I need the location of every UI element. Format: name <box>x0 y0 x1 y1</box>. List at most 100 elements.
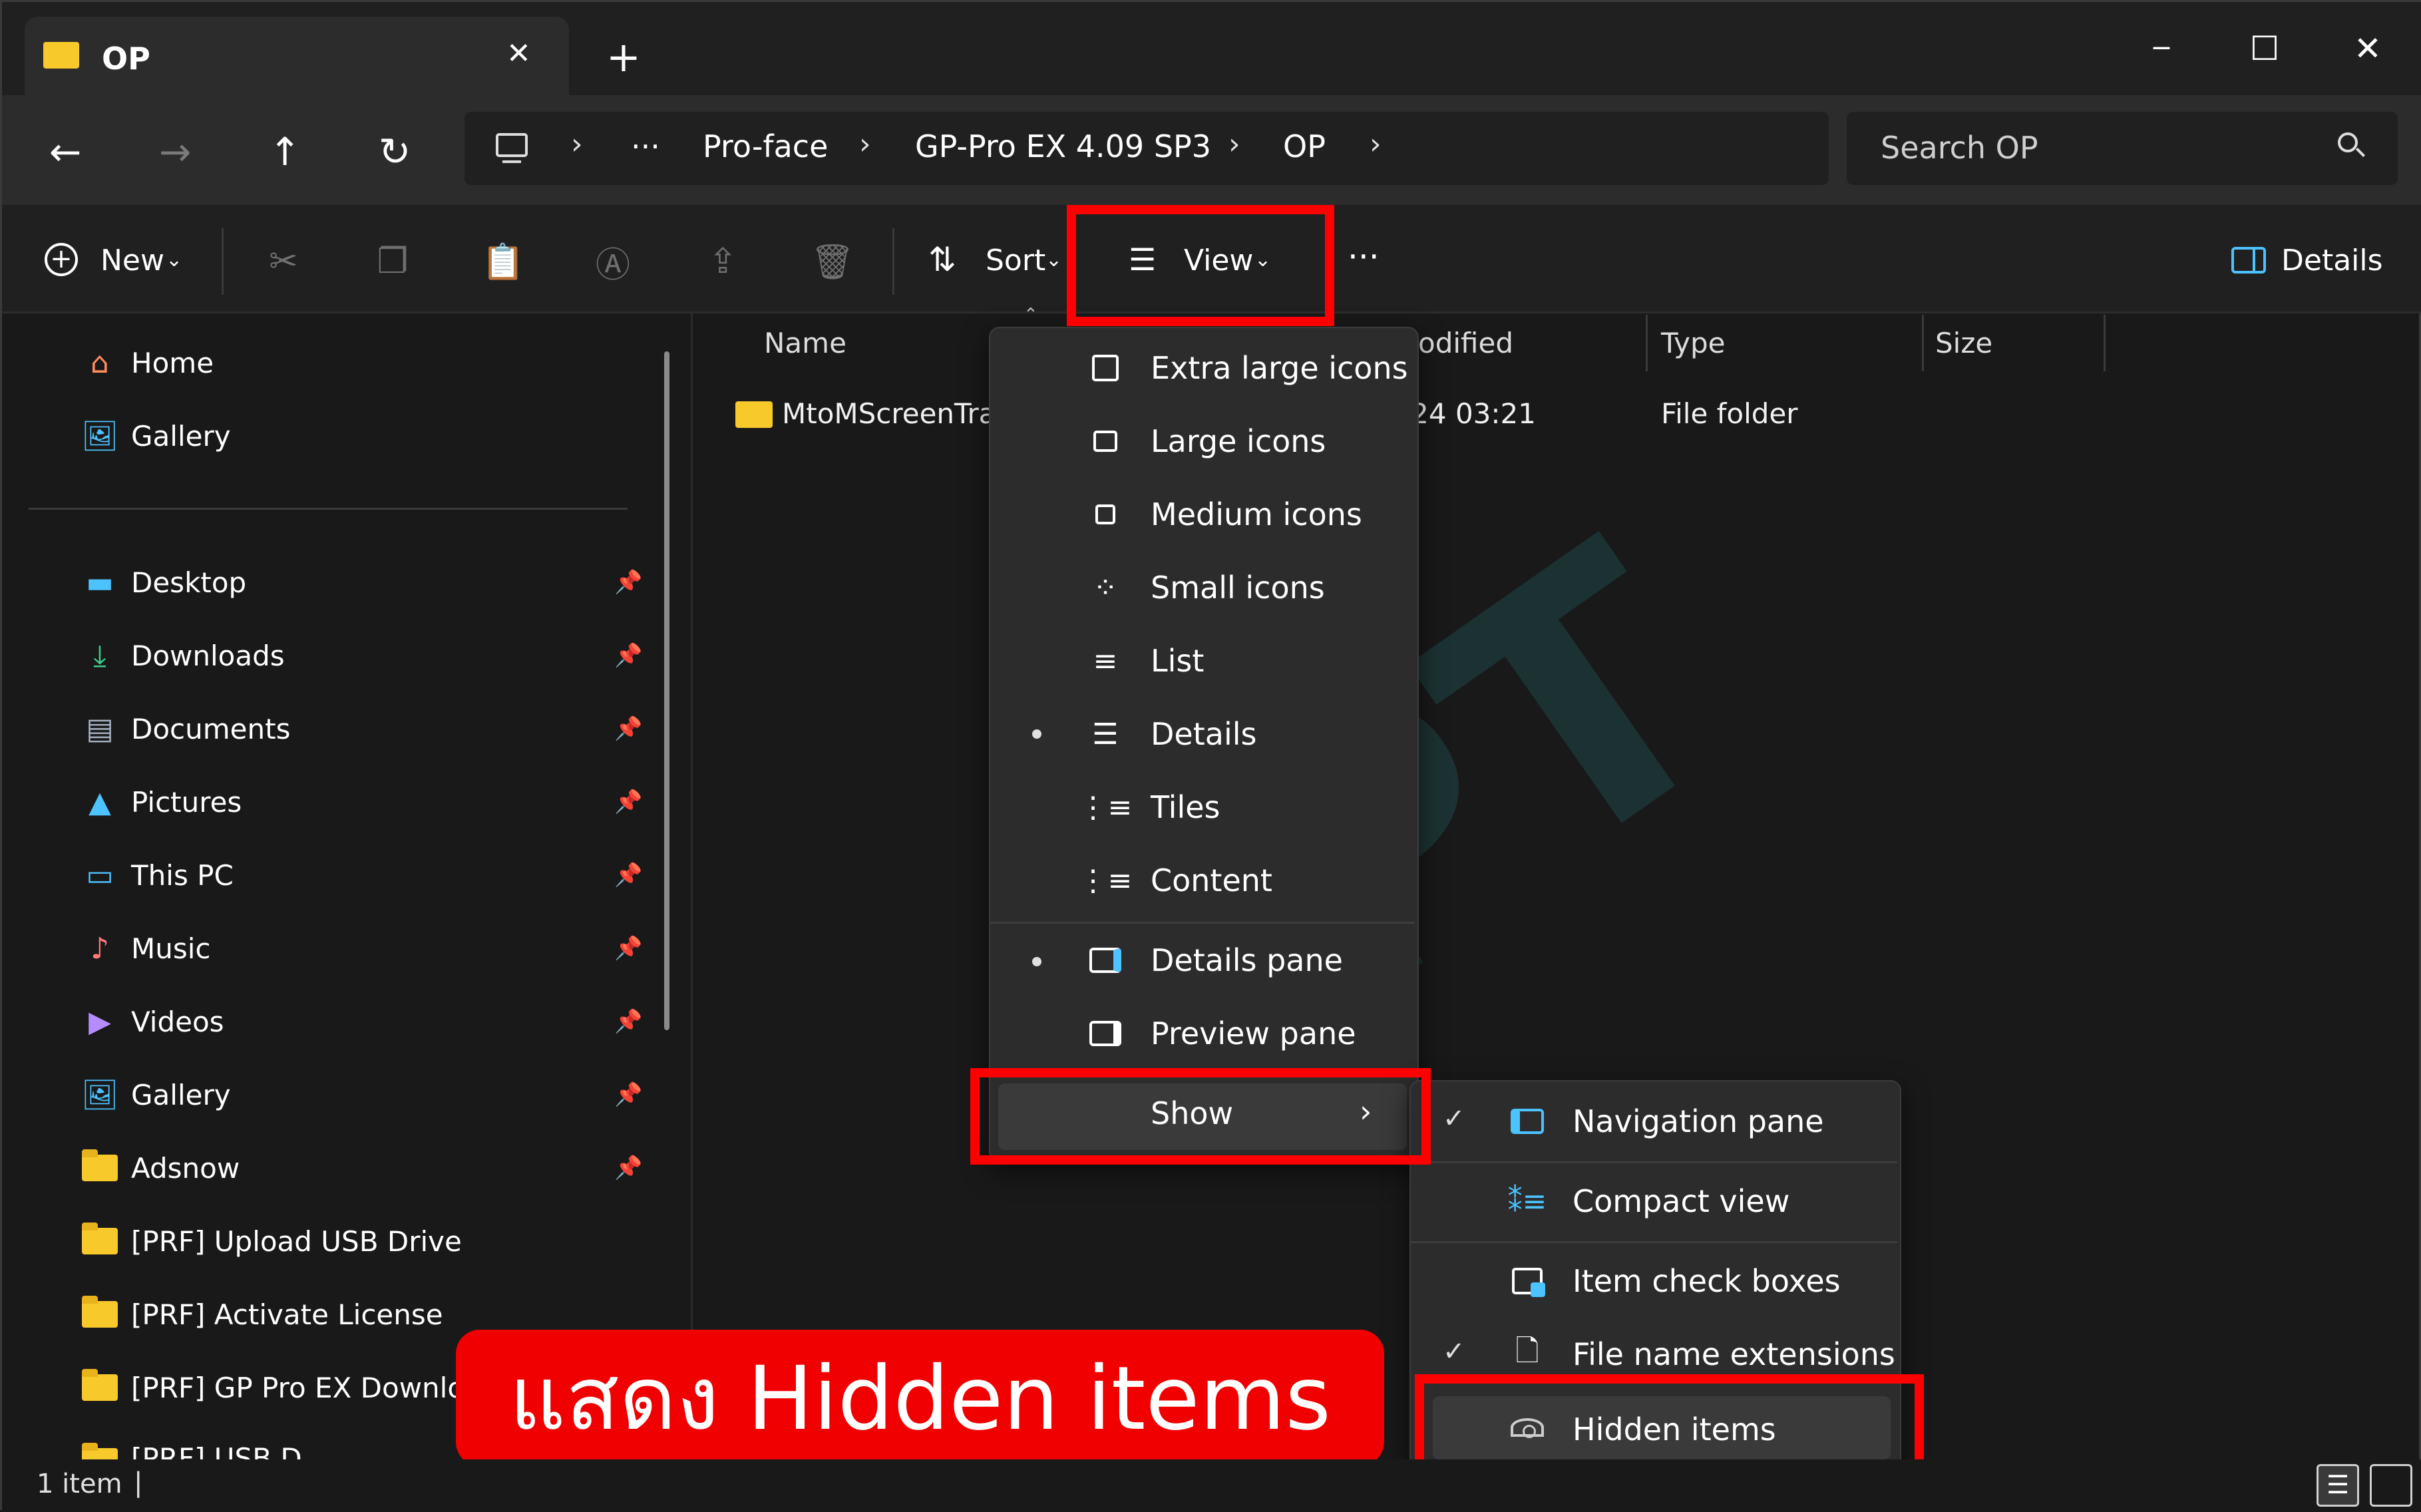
details-button[interactable]: Details <box>2281 244 2383 278</box>
folder-icon <box>81 1442 119 1459</box>
copy-icon[interactable]: ❐ <box>369 238 416 285</box>
menu-item-details[interactable]: Details <box>1151 716 1256 752</box>
search-input[interactable]: Search OP <box>1881 130 2038 166</box>
sidebar-item-this-pc[interactable]: ▭ This PC <box>81 849 234 902</box>
column-header-name[interactable]: Name <box>764 327 846 359</box>
sidebar-item-adsnow[interactable]: Adsnow <box>81 1141 240 1195</box>
refresh-button[interactable]: ↻ <box>365 122 425 182</box>
column-header-type[interactable]: Type <box>1661 327 1725 359</box>
rename-icon[interactable]: Ⓐ <box>590 238 636 285</box>
submenu-item-navigation-pane[interactable]: Navigation pane <box>1573 1103 1824 1139</box>
menu-item-tiles[interactable]: Tiles <box>1151 789 1220 825</box>
pin-icon[interactable]: 📌 <box>614 642 642 669</box>
paste-icon[interactable]: 📋 <box>480 238 526 285</box>
sort-icon[interactable]: ⇅ <box>928 240 956 279</box>
up-button[interactable]: ↑ <box>255 122 315 182</box>
sidebar-item-home[interactable]: ⌂ Home <box>81 336 214 389</box>
tiles-icon: ⋮≡ <box>1078 790 1133 825</box>
pin-icon[interactable]: 📌 <box>614 1008 642 1035</box>
close-tab-icon[interactable]: ✕ <box>506 37 531 71</box>
divider <box>222 228 224 295</box>
folder-icon <box>735 401 773 428</box>
submenu-item-item-check-boxes[interactable]: Item check boxes <box>1573 1263 1841 1299</box>
music-icon: ♪ <box>90 931 110 966</box>
pin-icon[interactable]: 📌 <box>614 789 642 815</box>
breadcrumb-op[interactable]: OP <box>1283 128 1326 164</box>
cut-icon[interactable]: ✂ <box>260 238 307 285</box>
sidebar-item-music[interactable]: ♪ Music <box>81 922 211 975</box>
selected-dot-icon <box>1032 957 1041 966</box>
new-tab-button[interactable]: + <box>606 33 641 81</box>
sidebar-item-videos[interactable]: ▶ Videos <box>81 995 224 1048</box>
pc-stand <box>502 160 521 163</box>
submenu-item-file-name-extensions[interactable]: File name extensions <box>1573 1336 1895 1372</box>
sidebar-item-label: Videos <box>131 1005 224 1038</box>
menu-item-extra-large-icons[interactable]: Extra large icons <box>1151 350 1408 386</box>
close-button[interactable]: ✕ <box>2328 15 2408 82</box>
file-name[interactable]: MtoMScreenTran <box>782 397 1014 430</box>
documents-icon: ▤ <box>86 711 114 746</box>
menu-item-content[interactable]: Content <box>1151 862 1272 898</box>
minimize-button[interactable]: ─ <box>2122 15 2201 82</box>
menu-divider <box>990 922 1415 924</box>
pin-icon[interactable]: 📌 <box>614 715 642 742</box>
breadcrumb-gp-pro-ex[interactable]: GP-Pro EX 4.09 SP3 <box>915 128 1211 164</box>
pin-icon[interactable]: 📌 <box>614 1081 642 1108</box>
details-view-toggle[interactable]: ☰ <box>2317 1464 2359 1507</box>
sidebar-item-usb[interactable]: [PRF] USB D <box>81 1434 302 1459</box>
menu-item-preview-pane[interactable]: Preview pane <box>1151 1016 1356 1051</box>
pin-icon[interactable]: 📌 <box>614 1155 642 1181</box>
navigation-pane-icon <box>1507 1101 1547 1141</box>
sidebar-item-label: Documents <box>131 712 291 745</box>
breadcrumb-pro-face[interactable]: Pro-face <box>703 128 828 164</box>
sort-button[interactable]: Sort <box>986 244 1045 278</box>
sidebar-item-documents[interactable]: ▤ Documents <box>81 702 290 755</box>
new-icon[interactable]: + <box>45 243 78 276</box>
explorer-window: OP ✕ + ─ ☐ ✕ ← → ↑ ↻ › ··· Pro-face › GP… <box>0 0 2421 1512</box>
sidebar-item-pictures[interactable]: ▲ Pictures <box>81 775 242 829</box>
sidebar-item-label: [PRF] USB D <box>131 1442 302 1459</box>
item-count: 1 item <box>37 1469 122 1499</box>
submenu-item-compact-view[interactable]: Compact view <box>1573 1183 1789 1219</box>
breadcrumb-overflow[interactable]: ··· <box>631 128 660 164</box>
sidebar-item-label: Pictures <box>131 785 242 819</box>
sidebar-item-gallery[interactable]: 🖼 Gallery <box>81 409 231 463</box>
menu-item-small-icons[interactable]: Small icons <box>1151 570 1325 606</box>
status-bar <box>2 1459 2421 1512</box>
maximize-button[interactable]: ☐ <box>2225 15 2305 82</box>
menu-item-details-pane[interactable]: Details pane <box>1151 942 1343 978</box>
menu-item-list[interactable]: List <box>1151 643 1204 679</box>
file-extension-icon: 🗋 <box>1515 1334 1539 1368</box>
pin-icon[interactable]: 📌 <box>614 935 642 962</box>
tiles-view-toggle[interactable] <box>2370 1464 2412 1507</box>
folder-icon <box>81 1295 119 1334</box>
sidebar-item-label: [PRF] Activate License <box>131 1298 443 1331</box>
share-icon[interactable]: ⇪ <box>699 238 746 285</box>
menu-item-large-icons[interactable]: Large icons <box>1151 423 1326 459</box>
desktop-icon: ▬ <box>86 565 114 600</box>
tab-title: OP <box>102 41 150 77</box>
column-header-modified[interactable]: odified <box>1418 327 1513 359</box>
column-header-size[interactable]: Size <box>1935 327 1992 359</box>
back-button[interactable]: ← <box>35 122 95 182</box>
sidebar-item-activate-license[interactable]: [PRF] Activate License <box>81 1288 443 1341</box>
sidebar-item-desktop[interactable]: ▬ Desktop <box>81 556 246 609</box>
details-pane-icon[interactable] <box>2231 247 2266 274</box>
pin-icon[interactable]: 📌 <box>614 569 642 596</box>
menu-item-medium-icons[interactable]: Medium icons <box>1151 496 1362 532</box>
more-options-button[interactable]: ··· <box>1348 238 1380 276</box>
sidebar-item-downloads[interactable]: ⤓ Downloads <box>81 629 285 682</box>
forward-button[interactable]: → <box>145 122 205 182</box>
scrollbar[interactable] <box>664 351 669 1030</box>
sidebar-item-upload-usb[interactable]: [PRF] Upload USB Drive <box>81 1215 462 1268</box>
new-button[interactable]: New <box>100 244 164 278</box>
pin-icon[interactable]: 📌 <box>614 862 642 888</box>
annotation-banner-text: แสดง Hidden items <box>508 1347 1332 1450</box>
sidebar-item-gallery-pinned[interactable]: 🖼 Gallery <box>81 1068 231 1121</box>
small-icons-icon: ⁘ <box>1093 570 1118 605</box>
folder-icon <box>81 1149 119 1187</box>
delete-icon[interactable]: 🗑 <box>809 238 856 285</box>
sidebar-item-label: Downloads <box>131 639 285 672</box>
details-pane-icon <box>1085 940 1125 980</box>
sidebar-item-gp-download[interactable]: [PRF] GP Pro EX Download <box>81 1361 499 1414</box>
